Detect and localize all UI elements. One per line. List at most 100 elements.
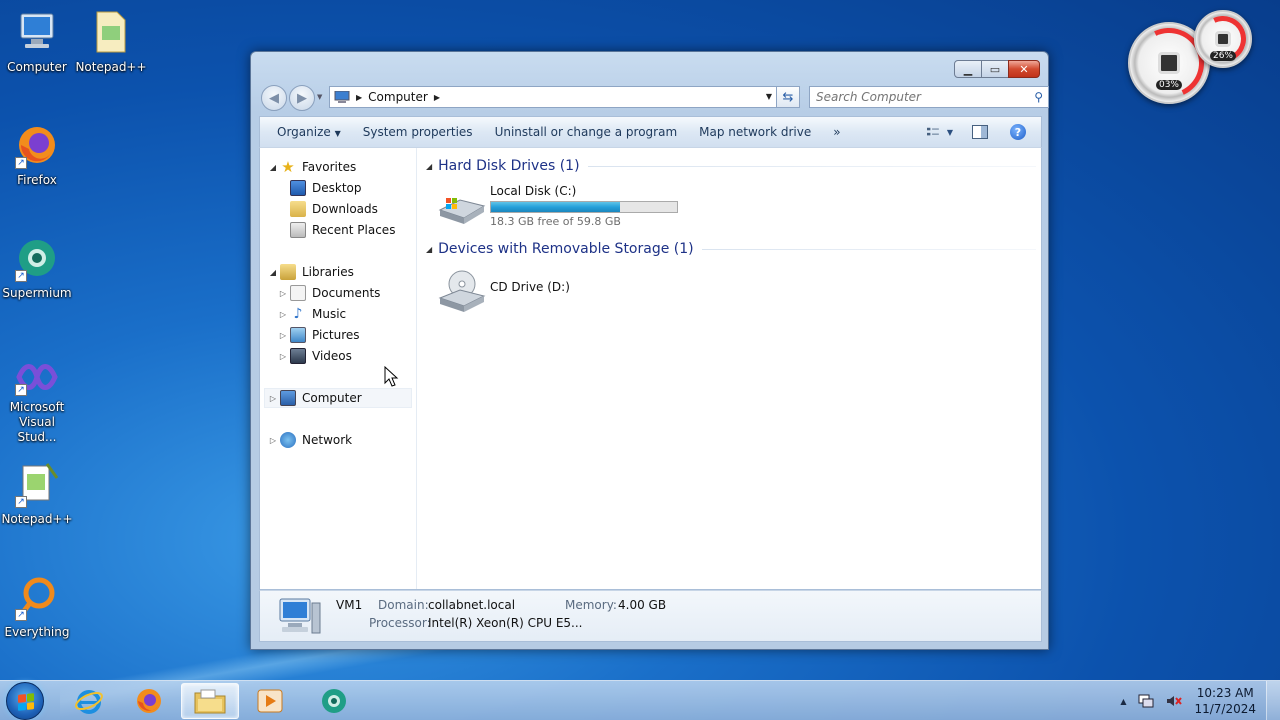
memory-value: 4.00 GB <box>618 598 667 612</box>
desktop-icon-visual-studio[interactable]: ↗ Microsoft Visual Stud... <box>0 358 74 445</box>
drive-item-c[interactable]: Local Disk (C:) 18.3 GB free of 59.8 GB <box>436 184 678 228</box>
nav-computer[interactable]: ▷ Computer <box>264 388 412 408</box>
documents-icon <box>290 285 306 301</box>
breadcrumb-computer[interactable]: Computer <box>368 90 428 104</box>
taskbar-firefox[interactable] <box>120 683 178 719</box>
everything-search-icon: ↗ <box>13 573 61 621</box>
refresh-button[interactable]: ⇆ <box>776 86 800 108</box>
nav-network[interactable]: ▷ Network <box>268 430 352 450</box>
nav-videos[interactable]: ▷ Videos <box>278 346 352 366</box>
file-list: ◢ Hard Disk Drives (1) Local Disk (C:) 1… <box>418 148 1041 589</box>
desktop-icon-firefox[interactable]: ↗ Firefox <box>0 121 74 188</box>
clock-date: 11/7/2024 <box>1194 702 1256 716</box>
nav-label: Network <box>302 433 353 447</box>
desktop-icon-label: Firefox <box>17 173 57 187</box>
visual-studio-icon: ↗ <box>13 358 61 396</box>
computer-icon <box>334 90 350 103</box>
collapse-arrow-icon[interactable]: ◢ <box>426 245 432 254</box>
desktop-icon-everything[interactable]: ↗ Everything <box>0 573 74 640</box>
nav-label: Music <box>312 307 347 321</box>
nav-label: Favorites <box>302 160 357 174</box>
computer-icon <box>279 598 321 634</box>
breadcrumb-arrow-icon[interactable]: ▶ <box>356 93 362 102</box>
nav-label: Pictures <box>312 328 360 342</box>
preview-pane-button[interactable] <box>967 122 993 142</box>
forward-button[interactable]: ▶ <box>289 85 315 111</box>
computer-icon <box>280 390 296 406</box>
search-input[interactable] <box>816 90 1016 104</box>
search-box[interactable]: ⚲ <box>809 86 1049 108</box>
disk-usage-fill <box>491 202 621 212</box>
volume-muted-icon[interactable] <box>1166 694 1183 708</box>
minimize-button[interactable]: ▁ <box>954 60 982 78</box>
cpu-meter-gadget[interactable]: 03% 26% <box>1124 8 1258 108</box>
expand-arrow-icon[interactable]: ▷ <box>268 436 278 445</box>
collapse-arrow-icon[interactable]: ◢ <box>268 268 278 277</box>
drive-name: CD Drive (D:) <box>490 280 570 294</box>
nav-music[interactable]: ▷ ♪ Music <box>278 304 346 324</box>
nav-label: Computer <box>302 391 362 405</box>
map-network-drive-button[interactable]: Map network drive <box>691 121 819 143</box>
collapse-arrow-icon[interactable]: ◢ <box>426 162 432 171</box>
nav-favorites[interactable]: ◢ ★ Favorites <box>268 157 356 177</box>
nav-label: Videos <box>312 349 352 363</box>
memory-gauge: 26% <box>1193 9 1253 69</box>
close-button[interactable]: ✕ <box>1008 60 1040 78</box>
expand-arrow-icon[interactable]: ▷ <box>268 394 278 403</box>
processor-value: Intel(R) Xeon(R) CPU E5... <box>428 616 583 630</box>
system-properties-button[interactable]: System properties <box>355 121 481 143</box>
organize-button[interactable]: Organize ▼ <box>269 121 349 143</box>
search-icon[interactable]: ⚲ <box>1034 90 1043 104</box>
details-pane: VM1 Domain: collabnet.local Memory: 4.00… <box>259 590 1042 642</box>
taskbar-file-explorer[interactable] <box>181 683 239 719</box>
expand-arrow-icon[interactable]: ▷ <box>278 352 288 361</box>
collapse-arrow-icon[interactable]: ◢ <box>268 163 278 172</box>
nav-documents[interactable]: ▷ Documents <box>278 283 380 303</box>
clock[interactable]: 10:23 AM 11/7/2024 <box>1194 685 1256 717</box>
desktop-icon-supermium[interactable]: ↗ Supermium <box>0 234 74 301</box>
nav-pictures[interactable]: ▷ Pictures <box>278 325 360 345</box>
recent-pages-dropdown[interactable]: ▼ <box>317 93 322 101</box>
nav-label: Downloads <box>312 202 378 216</box>
firefox-icon <box>137 689 161 713</box>
uninstall-program-button[interactable]: Uninstall or change a program <box>487 121 686 143</box>
cpu-chip-icon <box>1158 52 1180 74</box>
group-header-removable[interactable]: ◢ Devices with Removable Storage (1) <box>426 241 1036 257</box>
desktop-icon-notepadpp[interactable]: Notepad++ <box>74 8 148 75</box>
pictures-icon <box>290 327 306 343</box>
address-dropdown-icon[interactable]: ▼ <box>766 92 772 101</box>
taskbar-internet-explorer[interactable] <box>60 683 118 719</box>
shortcut-arrow-icon: ↗ <box>15 157 27 169</box>
drive-item-d[interactable]: CD Drive (D:) <box>436 268 570 312</box>
maximize-button[interactable]: ▭ <box>981 60 1009 78</box>
address-bar[interactable]: ▶ Computer ▶ ▼ <box>329 86 777 108</box>
nav-desktop[interactable]: Desktop <box>290 178 362 198</box>
taskbar-media-player[interactable] <box>241 683 299 719</box>
help-button[interactable]: ? <box>1005 122 1031 142</box>
expand-arrow-icon[interactable]: ▷ <box>278 289 288 298</box>
desktop-icon-computer[interactable]: Computer <box>0 8 74 75</box>
more-commands-button[interactable]: » <box>825 121 848 143</box>
nav-libraries[interactable]: ◢ Libraries <box>268 262 354 282</box>
cpu-percent: 03% <box>1155 79 1182 90</box>
view-options-icon <box>927 127 939 136</box>
network-status-icon[interactable] <box>1138 694 1154 708</box>
group-header-hdd[interactable]: ◢ Hard Disk Drives (1) <box>426 158 1036 174</box>
back-button[interactable]: ◀ <box>261 85 287 111</box>
downloads-folder-icon <box>290 201 306 217</box>
expand-arrow-icon[interactable]: ▷ <box>278 331 288 340</box>
taskbar: ▲ 10:23 AM 11/7/2024 <box>0 680 1280 720</box>
change-view-button[interactable]: ▼ <box>927 122 953 142</box>
chevron-down-icon[interactable]: ▼ <box>947 128 953 137</box>
breadcrumb-arrow-icon[interactable]: ▶ <box>434 93 440 102</box>
taskbar-supermium[interactable] <box>305 683 363 719</box>
nav-downloads[interactable]: Downloads <box>290 199 378 219</box>
show-desktop-button[interactable] <box>1266 681 1280 720</box>
disk-usage-bar <box>490 201 678 213</box>
start-button[interactable] <box>6 682 44 720</box>
nav-recent-places[interactable]: Recent Places <box>290 220 395 240</box>
desktop-icon-notepadpp-2[interactable]: ↗ Notepad++ <box>0 460 74 527</box>
expand-arrow-icon[interactable]: ▷ <box>278 310 288 319</box>
show-hidden-icons-button[interactable]: ▲ <box>1120 697 1126 706</box>
navigation-bar: ◀ ▶ ▼ ▶ Computer ▶ ▼ ⇆ ⚲ <box>259 84 1049 111</box>
